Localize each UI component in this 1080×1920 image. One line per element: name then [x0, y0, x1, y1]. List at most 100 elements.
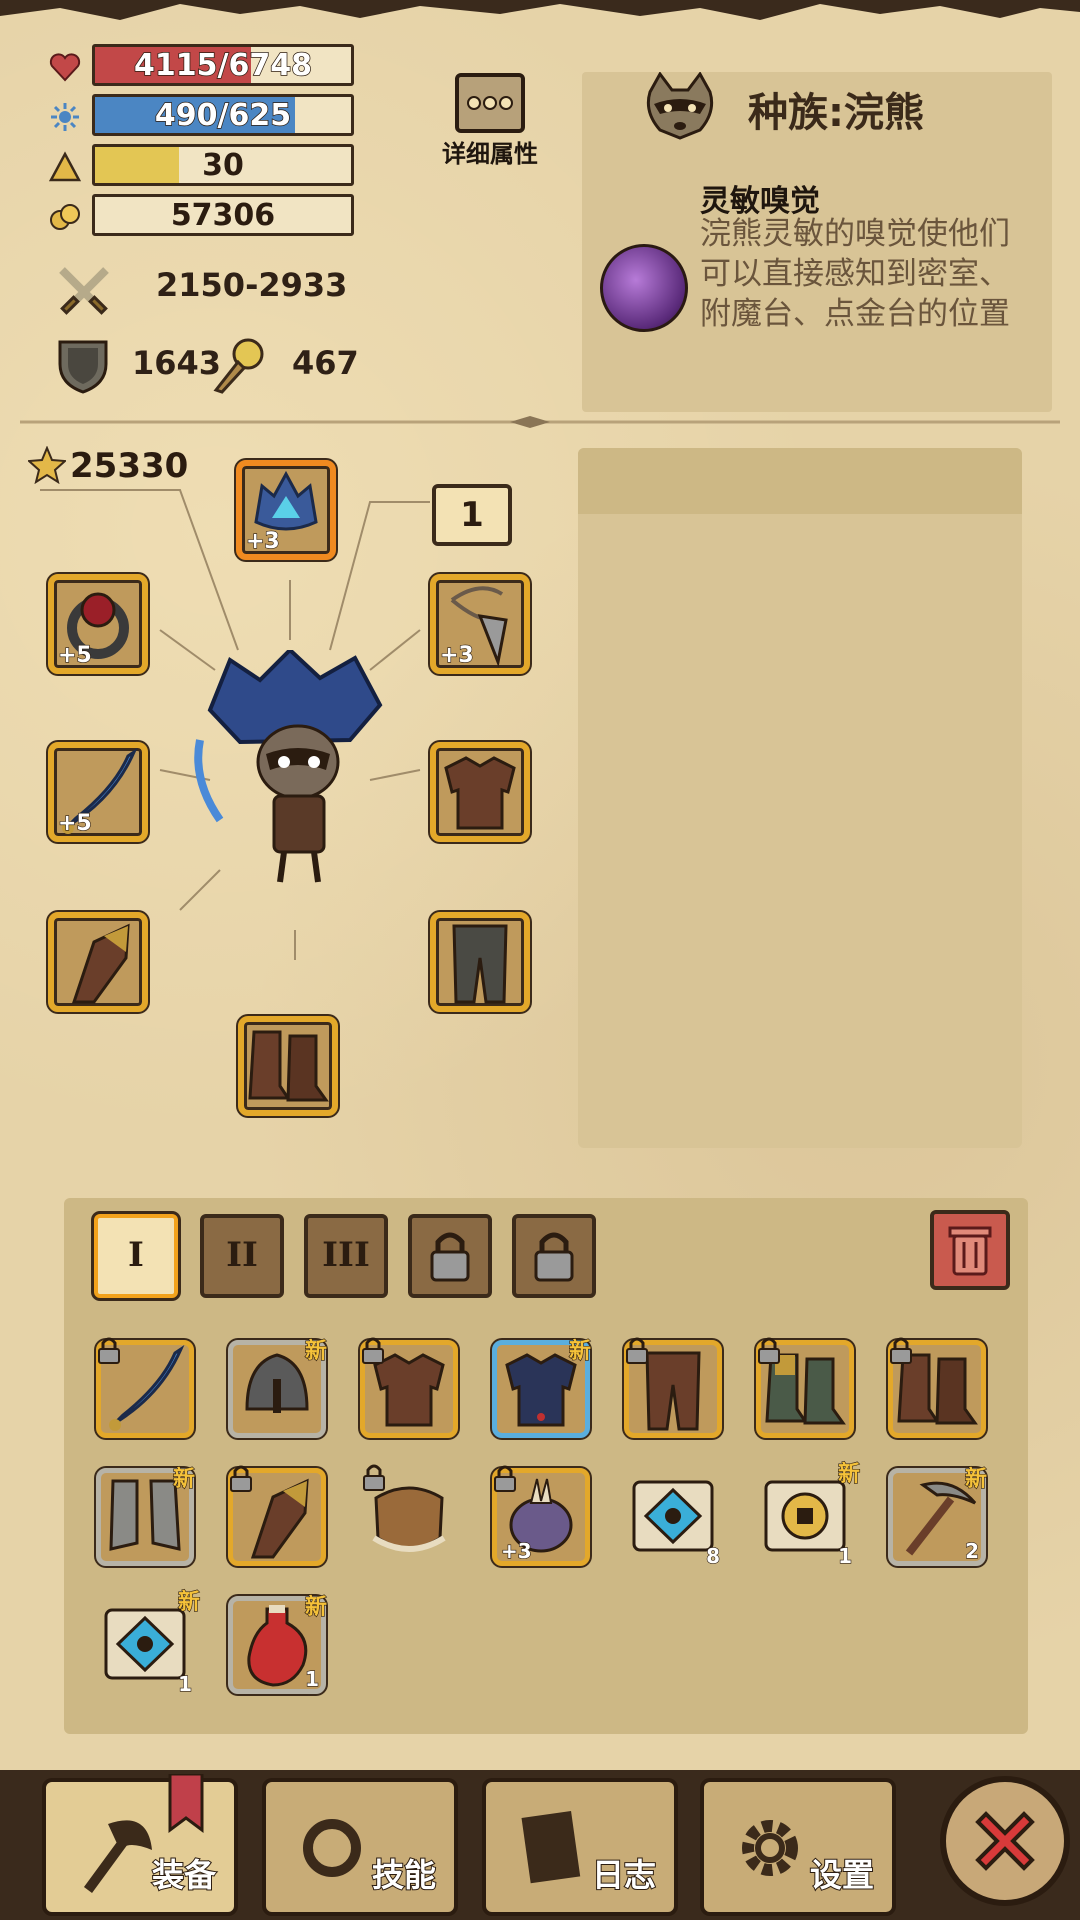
- inv-item-bone-necklace[interactable]: [360, 1464, 458, 1566]
- inv-item-red-potion[interactable]: 新 1: [228, 1594, 328, 1694]
- journal-icon: [521, 1810, 581, 1884]
- lock-icon: [230, 1465, 252, 1492]
- lock-icon: [363, 1464, 385, 1491]
- nav-journal-label: 日志: [591, 1855, 657, 1895]
- nav-skills-label: 技能: [371, 1855, 437, 1895]
- inv-item-iron-helmet[interactable]: 新: [228, 1338, 328, 1438]
- new-badge: 新: [177, 1589, 200, 1615]
- attack-value: 2150-2933: [156, 266, 348, 304]
- nav-equipment-label: 装备: [151, 1855, 217, 1895]
- inv-item-eye-scroll-2[interactable]: 新 1: [96, 1589, 201, 1697]
- gear-icon: [742, 1820, 798, 1876]
- new-badge: 新: [172, 1466, 195, 1492]
- magic-resist-icon: [213, 338, 264, 394]
- raccoon-hero-character: [194, 650, 383, 883]
- inv-item-iron-greaves[interactable]: 新: [96, 1466, 196, 1566]
- lock-icon: [758, 1337, 780, 1364]
- pants-slot[interactable]: [430, 912, 530, 1012]
- bracer-slot[interactable]: [48, 912, 148, 1012]
- inv-item-eye-scroll[interactable]: 8: [624, 1468, 722, 1569]
- gold-icon: [50, 204, 80, 230]
- mp-text: 490/625: [154, 97, 292, 134]
- inv-item-scimitar[interactable]: [96, 1337, 194, 1438]
- axe-icon: [83, 1820, 152, 1893]
- lock-icon: [362, 1337, 384, 1364]
- tab-page-5-locked[interactable]: [512, 1214, 596, 1298]
- new-badge: 新: [304, 1594, 327, 1620]
- skill-ring-icon: [303, 1819, 361, 1877]
- inv-item-gold-scroll[interactable]: 新 1: [756, 1461, 861, 1569]
- inv-item-leather-armor[interactable]: [360, 1337, 458, 1438]
- lock-icon: [98, 1337, 120, 1364]
- new-badge: 新: [837, 1461, 860, 1487]
- close-button[interactable]: [940, 1776, 1070, 1906]
- inv-item-blue-coat[interactable]: 新: [492, 1338, 592, 1438]
- new-badge: 新: [568, 1338, 591, 1364]
- lock-icon: [534, 1232, 574, 1282]
- hp-bar: 4115/6748: [92, 44, 354, 86]
- inv-item-bracer[interactable]: [228, 1465, 326, 1566]
- tab-page-3[interactable]: III: [304, 1214, 388, 1298]
- leather-armor-icon: [444, 756, 516, 830]
- item-count: 1: [304, 1666, 319, 1691]
- lock-icon: [626, 1337, 648, 1364]
- armor-slot[interactable]: [430, 742, 530, 842]
- nav-skills-button[interactable]: 技能: [262, 1778, 458, 1916]
- section-divider: [20, 416, 1060, 428]
- helmet-slot[interactable]: +3: [236, 460, 336, 560]
- magic-resist-value: 467: [292, 344, 359, 382]
- level-bar: 30: [92, 144, 354, 186]
- amulet-enhance-level: +3: [439, 642, 474, 668]
- gold-text: 57306: [170, 198, 276, 233]
- leather-boots-icon: [248, 1030, 329, 1102]
- level-row: 30: [48, 144, 358, 188]
- level-triangle-icon: [48, 151, 82, 182]
- item-count: 8: [705, 1543, 720, 1568]
- nav-settings-button[interactable]: 设置: [700, 1778, 896, 1916]
- gold-row: 57306: [48, 194, 358, 238]
- bracer-icon: [71, 923, 130, 1004]
- inv-item-leather-pants[interactable]: [624, 1337, 722, 1438]
- pants-icon: [452, 924, 508, 1004]
- torn-edge-top: [0, 0, 1080, 20]
- amulet-slot[interactable]: +3: [430, 574, 530, 674]
- inv-item-leather-boots[interactable]: [888, 1337, 986, 1438]
- nav-journal-button[interactable]: 日志: [482, 1778, 678, 1916]
- mana-icon: [51, 103, 79, 131]
- bookmark-icon: [168, 1774, 204, 1833]
- weapon-enhance-level: +5: [57, 810, 92, 836]
- shield-icon: [58, 340, 108, 394]
- ring-slot[interactable]: +5: [48, 574, 148, 674]
- tab-page-4-locked[interactable]: [408, 1214, 492, 1298]
- detail-attributes-button[interactable]: [454, 72, 526, 134]
- inv-item-dark-ring[interactable]: +3: [492, 1465, 590, 1566]
- tab-page-2[interactable]: II: [200, 1214, 284, 1298]
- new-badge: 新: [964, 1466, 987, 1492]
- detail-attributes-label: 详细属性: [442, 140, 538, 168]
- inv-item-pickaxe[interactable]: 新 2: [888, 1466, 988, 1566]
- trash-icon: [948, 1226, 992, 1276]
- tab-page-1[interactable]: I: [94, 1214, 178, 1298]
- defense-value: 1643: [132, 344, 222, 382]
- mp-row: 490/625: [48, 94, 358, 138]
- trash-button[interactable]: [930, 1210, 1010, 1290]
- crossed-swords-icon: [59, 267, 109, 315]
- helmet-enhance-level: +3: [245, 528, 280, 554]
- nav-settings-label: 设置: [809, 1855, 875, 1895]
- lock-icon: [890, 1337, 912, 1364]
- item-info-panel: [578, 448, 1022, 1148]
- boots-slot[interactable]: [238, 1016, 338, 1116]
- new-badge: 新: [304, 1338, 327, 1364]
- item-enhance-level: +3: [500, 1538, 532, 1563]
- hp-text: 4115/6748: [133, 47, 312, 84]
- equipment-set-badge[interactable]: 1: [432, 484, 512, 546]
- hp-row: 4115/6748: [48, 44, 358, 88]
- weapon-slot[interactable]: +5: [48, 742, 148, 842]
- heart-icon: [49, 53, 81, 82]
- close-icon: [975, 1811, 1035, 1871]
- nav-equipment-button[interactable]: 装备: [42, 1774, 238, 1916]
- lock-icon: [494, 1465, 516, 1492]
- item-count: 1: [837, 1543, 852, 1568]
- inv-item-green-boots[interactable]: [756, 1337, 854, 1438]
- mp-bar: 490/625: [92, 94, 354, 136]
